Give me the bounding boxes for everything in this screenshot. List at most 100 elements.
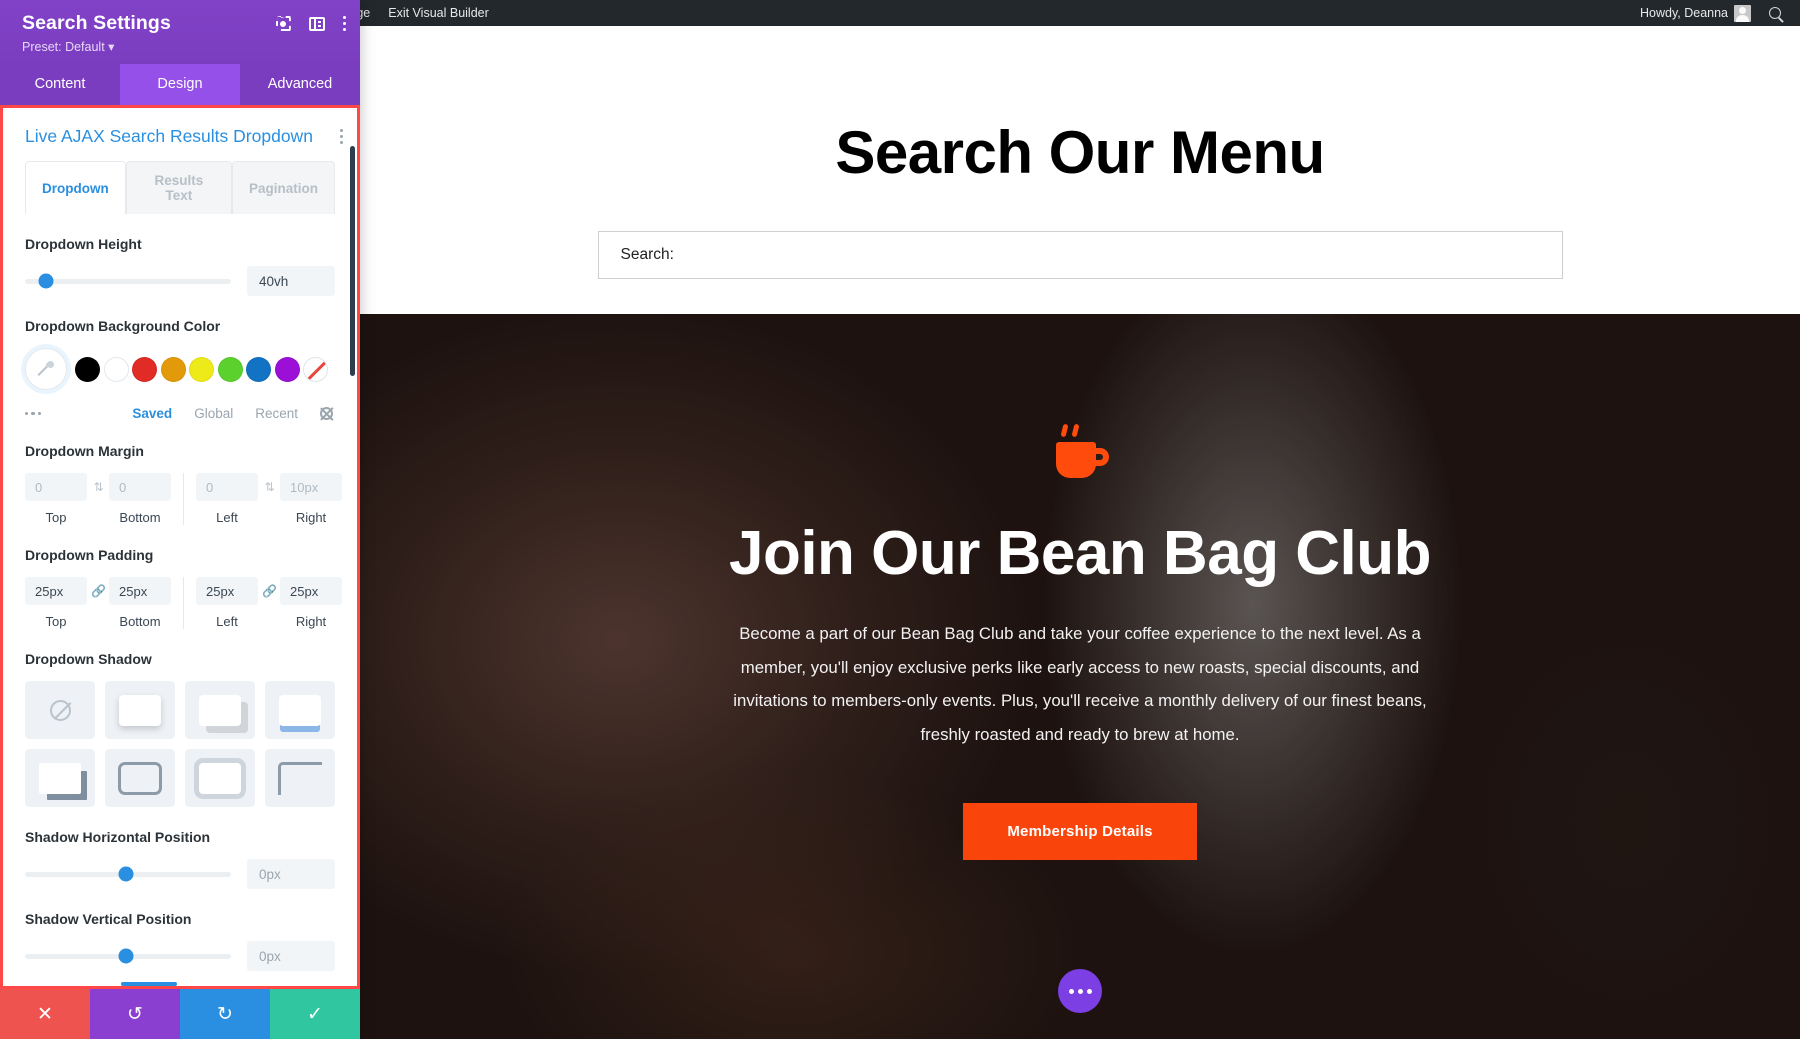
account-menu[interactable]: Howdy, Deanna xyxy=(1631,0,1760,26)
margin-link-top-bottom-icon[interactable]: ⇅ xyxy=(87,473,109,501)
shadow-preset-corner-offset[interactable] xyxy=(25,749,95,807)
panel-action-bar: ✕ ↺ ↻ ✓ xyxy=(0,989,360,1039)
field-dropdown-shadow: Dropdown Shadow xyxy=(3,651,357,807)
panel-preset-label: Preset: Default xyxy=(22,40,105,54)
dropdown-background-color-label: Dropdown Background Color xyxy=(25,318,221,334)
margin-top-caption: Top xyxy=(45,510,67,525)
panel-preset-selector[interactable]: Preset: Default ▾ xyxy=(22,39,346,54)
shadow-vertical-slider[interactable] xyxy=(25,948,231,964)
membership-details-button[interactable]: Membership Details xyxy=(963,803,1197,861)
swatch-orange[interactable] xyxy=(160,356,186,382)
swatch-red[interactable] xyxy=(132,356,157,382)
panel-tabs: Content Design Advanced xyxy=(0,64,360,105)
margin-top-input[interactable]: 0 xyxy=(25,473,87,501)
panel-body: Live AJAX Search Results Dropdown Dropdo… xyxy=(3,108,357,986)
subtab-dropdown[interactable]: Dropdown xyxy=(25,161,126,214)
panel-layout-icon[interactable] xyxy=(308,16,325,31)
padding-right-input[interactable]: 25px xyxy=(280,577,342,605)
shadow-preset-outline[interactable] xyxy=(105,749,175,807)
padding-top-input[interactable]: 25px xyxy=(25,577,87,605)
palette-tab-recent[interactable]: Recent xyxy=(255,406,298,421)
dropdown-padding-label: Dropdown Padding xyxy=(25,547,154,563)
margin-left-caption: Left xyxy=(216,510,238,525)
gear-icon[interactable] xyxy=(320,407,333,420)
hero-title: Join Our Bean Bag Club xyxy=(728,519,1432,588)
swatch-transparent[interactable] xyxy=(303,356,328,382)
exit-visual-builder-button[interactable]: Exit Visual Builder xyxy=(379,0,498,26)
page-preview: Search Our Menu Search: Join Our Bean Ba… xyxy=(360,26,1800,1039)
margin-link-left-right-icon[interactable]: ⇅ xyxy=(258,473,280,501)
adminbar-search-button[interactable] xyxy=(1760,0,1790,26)
shadow-preset-none[interactable] xyxy=(25,681,95,739)
redo-button[interactable]: ↻ xyxy=(180,989,270,1039)
padding-left-input[interactable]: 25px xyxy=(196,577,258,605)
module-kebab-menu-icon[interactable] xyxy=(339,129,343,144)
undo-button[interactable]: ↺ xyxy=(90,989,180,1039)
shadow-vertical-slider-thumb[interactable] xyxy=(118,948,134,964)
page-title: Search Our Menu xyxy=(835,119,1325,186)
coffee-cup-icon xyxy=(1048,423,1112,480)
field-dropdown-margin: Dropdown Margin 0 Top ⇅ 0 Bottom 0 Left … xyxy=(3,443,357,525)
panel-vertical-scrollbar[interactable] xyxy=(350,146,355,376)
field-shadow-vertical-position: Shadow Vertical Position 0px xyxy=(3,889,357,971)
swatch-yellow[interactable] xyxy=(189,356,214,382)
shadow-horizontal-position-label: Shadow Horizontal Position xyxy=(25,829,211,845)
cancel-button[interactable]: ✕ xyxy=(0,989,90,1039)
subtab-results-text[interactable]: Results Text xyxy=(125,161,232,214)
palette-tab-saved[interactable]: Saved xyxy=(132,406,172,421)
membership-hero-section: Join Our Bean Bag Club Become a part of … xyxy=(360,314,1800,1039)
tab-design[interactable]: Design xyxy=(120,64,240,105)
shadow-horizontal-value[interactable]: 0px xyxy=(247,859,335,889)
margin-left-input[interactable]: 0 xyxy=(196,473,258,501)
shadow-preset-corner-bracket[interactable] xyxy=(265,749,335,807)
shadow-horizontal-slider[interactable] xyxy=(25,866,231,882)
save-button[interactable]: ✓ xyxy=(270,989,360,1039)
tab-advanced[interactable]: Advanced xyxy=(240,64,360,105)
color-picker-button[interactable] xyxy=(25,348,67,390)
shadow-preset-grid xyxy=(25,681,335,807)
dropdown-height-slider-thumb[interactable] xyxy=(38,273,54,289)
padding-right-caption: Right xyxy=(295,614,327,629)
swatch-purple[interactable] xyxy=(274,356,300,382)
search-icon xyxy=(1769,7,1781,19)
margin-right-input[interactable]: 10px xyxy=(280,473,342,501)
palette-tab-global[interactable]: Global xyxy=(194,406,233,421)
field-dropdown-background-color: Dropdown Background Color Saved Global R… xyxy=(3,318,357,421)
panel-body-highlight: Live AJAX Search Results Dropdown Dropdo… xyxy=(0,105,360,989)
dropdown-height-value[interactable]: 40vh xyxy=(247,266,335,296)
dropdown-margin-label: Dropdown Margin xyxy=(25,443,144,459)
swatch-blue[interactable] xyxy=(246,356,271,382)
padding-link-top-bottom-icon[interactable]: 🔗 xyxy=(87,577,109,605)
panel-title: Search Settings xyxy=(22,12,171,34)
shadow-vertical-value[interactable]: 0px xyxy=(247,941,335,971)
swatch-green[interactable] xyxy=(217,356,243,382)
page-settings-dots-button[interactable] xyxy=(1058,969,1102,1013)
focus-mode-icon[interactable] xyxy=(276,16,291,31)
panel-kebab-menu-icon[interactable] xyxy=(342,16,346,31)
panel-horizontal-scrollbar[interactable] xyxy=(121,982,177,986)
divi-settings-panel: Search Settings Preset: Default ▾ Conten… xyxy=(0,0,360,1039)
dropdown-shadow-label: Dropdown Shadow xyxy=(25,651,152,667)
padding-bottom-input[interactable]: 25px xyxy=(109,577,171,605)
padding-left-caption: Left xyxy=(216,614,238,629)
shadow-horizontal-slider-thumb[interactable] xyxy=(118,866,134,882)
dropdown-height-label: Dropdown Height xyxy=(25,236,142,252)
dropdown-height-slider[interactable] xyxy=(25,273,231,289)
padding-link-left-right-icon[interactable]: 🔗 xyxy=(258,577,280,605)
shadow-preset-glow[interactable] xyxy=(185,749,255,807)
search-module[interactable]: Search: xyxy=(597,231,1563,279)
hero-paragraph: Become a part of our Bean Bag Club and t… xyxy=(733,624,1427,744)
shadow-preset-hard-offset[interactable] xyxy=(185,681,255,739)
shadow-preset-soft-drop[interactable] xyxy=(105,681,175,739)
swatch-black[interactable] xyxy=(75,356,100,382)
chevron-down-icon: ▾ xyxy=(108,40,115,54)
field-dropdown-height: Dropdown Height 40vh xyxy=(3,236,357,296)
palette-more-icon[interactable] xyxy=(25,411,42,416)
avatar xyxy=(1734,4,1751,22)
subtab-pagination[interactable]: Pagination xyxy=(231,161,335,214)
margin-bottom-input[interactable]: 0 xyxy=(109,473,171,501)
shadow-preset-bottom-line[interactable] xyxy=(265,681,335,739)
tab-content[interactable]: Content xyxy=(0,64,120,105)
swatch-white[interactable] xyxy=(103,356,129,382)
eyedropper-icon xyxy=(37,360,55,378)
